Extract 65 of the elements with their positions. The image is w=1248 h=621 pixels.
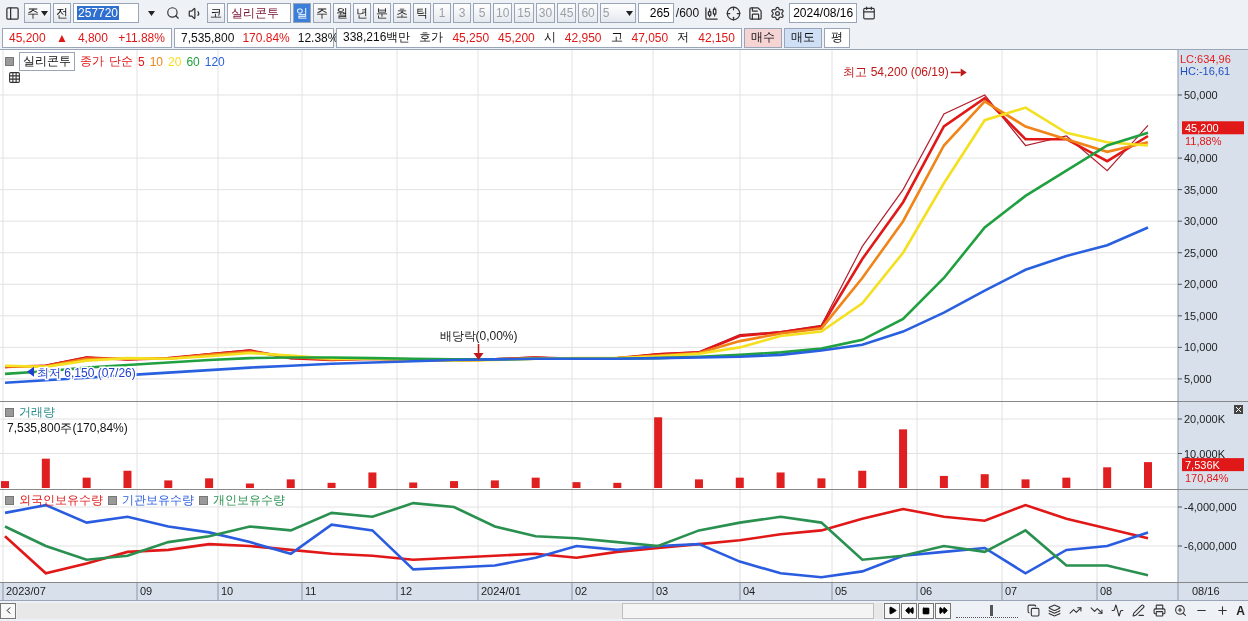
axis-label: 40,000 [1184,152,1218,165]
field-label: 저 [677,29,690,46]
annotation-label: 최고 54,200 (06/19) [843,65,949,80]
field-value: 47,050 [631,30,669,45]
axis-label: 09 [140,585,153,597]
legend-label: 단순 [109,53,133,70]
count-max-label: /600 [675,6,700,20]
change-rate: +11.88% [118,30,165,45]
legend-label: 60 [186,54,200,69]
legend-label: 10 [149,54,164,69]
price-value: 45,200 [9,30,46,45]
axis-label: 20,000 [1184,278,1218,291]
axis-label: 30,000 [1184,215,1218,228]
volume-value: 7,535,800 [181,30,235,45]
axis-label: 25,000 [1184,246,1218,259]
field-value: 42,950 [564,30,602,45]
amount-value: 338,216백만 [343,29,411,46]
axis-label: 10,000 [1184,341,1218,354]
direction-mark: ▲ [55,30,68,45]
axis-label: 15,000 [1184,309,1218,322]
axis-label: 08/16 [1192,585,1220,597]
stock-name-label: 실리콘투 [19,52,75,71]
axis-label: 5,000 [1184,372,1212,385]
legend-label: 5 [138,54,145,69]
field-label: 시 [543,29,556,46]
axis-label: 11 [305,585,317,597]
legend-label: 120 [204,54,225,69]
field-value: 45,250 [452,30,490,45]
axis-label: 2024/01 [481,585,521,597]
legend-label: 외국인보유수량 [19,492,103,509]
axis-label: 10,000K [1184,447,1225,460]
change-value: 4,800 [77,30,108,45]
volume-rate: 170.84% [242,30,290,45]
axis-label: -6,000,000 [1184,540,1237,552]
axis-label: 06 [920,585,933,597]
legend-label: 거래량 [19,404,55,421]
indicator-label: LC:634,96 [1180,53,1231,65]
axis-label: 03 [656,585,669,597]
price-tag: 45,200 [1182,121,1244,135]
axis-label: 07 [1005,585,1018,597]
field-label: 고 [610,29,623,46]
change-rate-label: 170,84% [1185,472,1229,485]
axis-label: 02 [575,585,588,597]
field-label: 호가 [419,29,444,46]
axis-label: 20,000K [1184,413,1225,425]
axis-label: 08 [1100,585,1113,597]
axis-label: 50,000 [1184,89,1218,101]
axis-label: 05 [835,585,848,597]
price-tag: 7,536K [1182,458,1244,472]
axis-label: 2023/07 [6,585,46,597]
change-rate-label: 11,88% [1185,135,1222,148]
field-value: 42,150 [698,30,735,45]
axis-label: 12 [400,585,413,597]
legend-label: 20 [168,54,182,69]
field-value: 45,200 [498,30,535,45]
indicator-label: HC:-16,61 [1180,65,1231,77]
axis-label: 04 [743,585,756,597]
legend-label: 종가 [80,53,104,70]
axis-label: 10 [221,585,234,597]
axis-label: -4,000,000 [1184,501,1237,513]
legend-label: 개인보유수량 [213,492,285,509]
legend-label: 기관보유수량 [122,492,194,509]
annotation-label: 배당락(0,00%) [439,329,518,343]
volume-summary: 7,535,800주(170,84%) [7,420,128,437]
axis-label: 35,000 [1184,183,1218,196]
